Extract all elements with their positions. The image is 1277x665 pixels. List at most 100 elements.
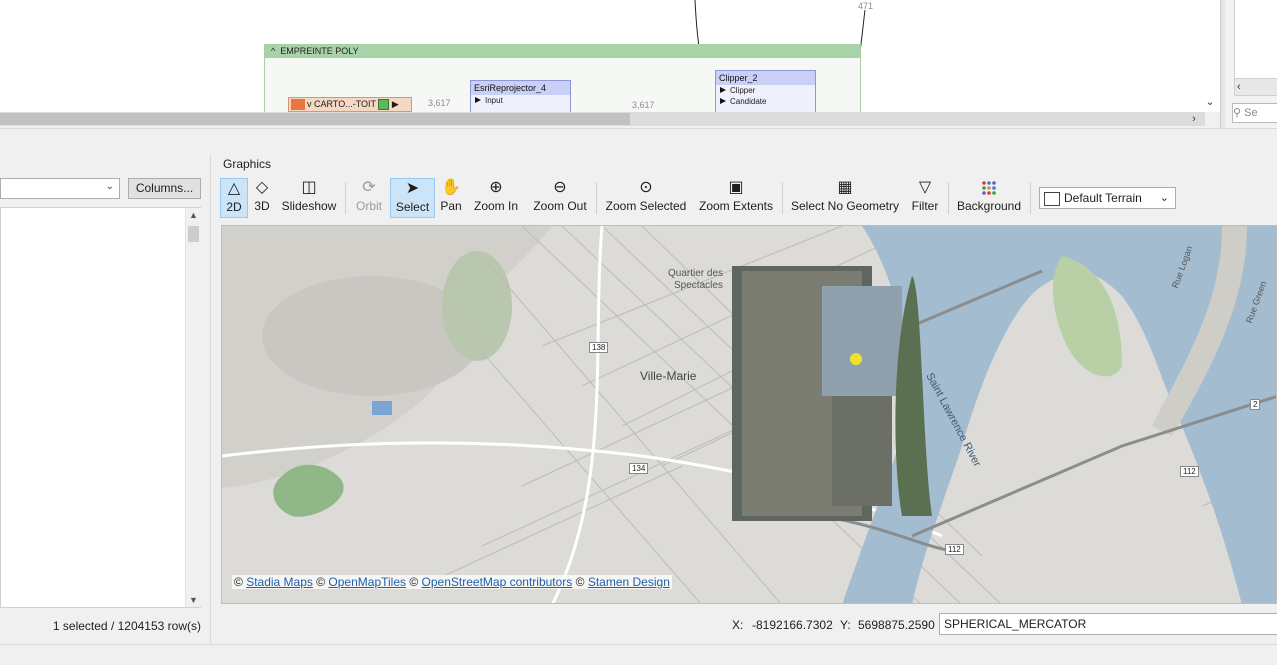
reader-icon bbox=[291, 99, 305, 110]
feature-cache-icon[interactable] bbox=[378, 99, 390, 111]
chevron-down-icon: ⌄ bbox=[1159, 192, 1169, 204]
scroll-down-arrow-icon[interactable]: ⌄ bbox=[1204, 96, 1216, 108]
zoom-selected-button[interactable]: ⊙ Zoom Selected bbox=[605, 178, 687, 218]
pan-button[interactable]: ✋ Pan bbox=[439, 178, 463, 218]
input-port[interactable]: Input bbox=[471, 95, 570, 106]
candidate-port[interactable]: Candidate bbox=[716, 96, 815, 107]
3d-button[interactable]: ◇ 3D bbox=[250, 178, 274, 218]
zoom-out-button[interactable]: ⊖ Zoom Out bbox=[531, 178, 589, 218]
background-button[interactable]: Background bbox=[956, 178, 1022, 218]
bottom-strip bbox=[0, 644, 1277, 665]
button-label: Orbit bbox=[355, 199, 382, 213]
terrain-value: Default Terrain bbox=[1064, 191, 1142, 205]
button-label: Background bbox=[956, 199, 1022, 213]
orbit-icon: ⟳ bbox=[362, 179, 376, 196]
horizontal-splitter[interactable] bbox=[0, 128, 1277, 155]
copyright-symbol: © bbox=[316, 575, 326, 589]
workflow-canvas[interactable]: 471 ^ EMPREINTE POLY v CARTO...-TOIT ▶ 3… bbox=[0, 0, 1220, 112]
filter-icon: ▽ bbox=[918, 179, 932, 196]
search-field[interactable]: ⚲ Se bbox=[1232, 103, 1277, 123]
table-selector-dropdown[interactable]: ⌄ bbox=[0, 178, 120, 199]
map-label-ville-marie: Ville-Marie bbox=[640, 369, 697, 383]
reader-label: CARTO...-TOIT bbox=[314, 99, 376, 109]
orbit-button[interactable]: ⟳ Orbit bbox=[352, 178, 386, 218]
button-label: Select No Geometry bbox=[790, 199, 900, 213]
esri-reprojector-node[interactable]: EsriReprojector_4 Input bbox=[470, 80, 571, 112]
button-label: Slideshow bbox=[281, 199, 337, 213]
map-label-quartier: Quartier des bbox=[668, 268, 724, 279]
copyright-symbol: © bbox=[575, 575, 585, 589]
clipper-node[interactable]: Clipper_2 Clipper Candidate bbox=[715, 70, 816, 112]
route-shield: 112 bbox=[945, 544, 964, 555]
button-label: 3D bbox=[254, 199, 270, 213]
map-attribution: © Stadia Maps © OpenMapTiles © OpenStree… bbox=[232, 575, 672, 589]
cursor-icon: ➤ bbox=[405, 180, 420, 197]
slideshow-button[interactable]: ◫ Slideshow bbox=[280, 178, 338, 218]
bookmark-title: EMPREINTE POLY bbox=[280, 46, 359, 56]
openstreetmap-link[interactable]: OpenStreetMap contributors bbox=[422, 575, 573, 589]
select-button[interactable]: ➤ Select bbox=[390, 178, 435, 218]
reader-node[interactable]: v CARTO...-TOIT ▶ bbox=[288, 97, 412, 112]
x-label: X: bbox=[732, 618, 744, 632]
graphics-panel-title: Graphics bbox=[223, 157, 272, 171]
triangle-icon: △ bbox=[227, 180, 241, 197]
button-label: Zoom In bbox=[473, 199, 518, 213]
output-port-icon[interactable]: ▶ bbox=[392, 99, 399, 109]
vertical-splitter[interactable] bbox=[210, 154, 216, 644]
zoom-in-button[interactable]: ⊕ Zoom In bbox=[472, 178, 520, 218]
grid-dots-icon bbox=[956, 178, 1022, 198]
table-icon: ▦ bbox=[837, 179, 853, 196]
stadia-maps-link[interactable]: Stadia Maps bbox=[246, 575, 313, 589]
stamen-design-link[interactable]: Stamen Design bbox=[588, 575, 670, 589]
collapse-chevron-icon[interactable]: ^ bbox=[271, 46, 280, 56]
right-pane: ‹ ⚲ Se bbox=[1226, 0, 1277, 128]
terrain-icon bbox=[1044, 191, 1060, 206]
scroll-right-arrow-icon[interactable]: › bbox=[1188, 112, 1200, 126]
prism-icon: ◇ bbox=[255, 179, 269, 196]
map-label-spectacles: Spectacles bbox=[674, 280, 723, 291]
scroll-left-arrow-icon[interactable]: ‹ bbox=[1237, 79, 1241, 95]
map-view[interactable]: Quartier des Spectacles Ville-Marie Sain… bbox=[221, 225, 1277, 604]
button-label: 2D bbox=[226, 200, 242, 214]
pane-divider[interactable] bbox=[1220, 0, 1225, 128]
select-no-geometry-button[interactable]: ▦ Select No Geometry bbox=[790, 178, 900, 218]
route-shield: 134 bbox=[629, 463, 649, 474]
openmaptiles-link[interactable]: OpenMapTiles bbox=[328, 575, 406, 589]
filter-button[interactable]: ▽ Filter bbox=[910, 178, 940, 218]
button-label: Zoom Out bbox=[533, 199, 587, 213]
toolbar-separator bbox=[782, 182, 783, 214]
table-vertical-scrollbar[interactable]: ▲ ▼ bbox=[185, 208, 201, 607]
chevron-down-icon[interactable]: v bbox=[307, 99, 312, 109]
feature-count-top: 471 bbox=[858, 1, 874, 11]
feature-table[interactable] bbox=[0, 207, 201, 608]
scroll-up-arrow-icon[interactable]: ▲ bbox=[186, 208, 201, 222]
hand-icon: ✋ bbox=[441, 179, 461, 196]
columns-button[interactable]: Columns... bbox=[128, 178, 201, 199]
zoom-extents-icon: ▣ bbox=[728, 179, 744, 196]
2d-button[interactable]: △ 2D bbox=[220, 178, 248, 218]
reprojector-output-count: 3,617 bbox=[632, 100, 655, 110]
canvas-horizontal-scrollbar[interactable] bbox=[0, 112, 1205, 126]
coordinate-system-field[interactable]: SPHERICAL_MERCATOR bbox=[939, 613, 1277, 635]
button-label: Pan bbox=[440, 199, 462, 213]
zoom-extents-button[interactable]: ▣ Zoom Extents bbox=[698, 178, 774, 218]
button-label: Filter bbox=[911, 199, 939, 213]
graphics-status-bar: X: -8192166.7302 Y: 5698875.2590 SPHERIC… bbox=[215, 612, 1277, 638]
copyright-symbol: © bbox=[234, 575, 243, 589]
terrain-dropdown[interactable]: Default Terrain ⌄ bbox=[1039, 187, 1176, 209]
right-pane-hscroll[interactable]: ‹ bbox=[1234, 78, 1277, 96]
chevron-down-icon: ⌄ bbox=[105, 181, 114, 192]
zoom-out-icon: ⊖ bbox=[553, 179, 567, 196]
scrollbar-thumb[interactable] bbox=[0, 113, 630, 125]
reader-output-count: 3,617 bbox=[428, 98, 451, 108]
button-label: Select bbox=[395, 200, 430, 214]
right-pane-list[interactable] bbox=[1234, 0, 1277, 79]
zoom-in-icon: ⊕ bbox=[489, 179, 503, 196]
scrollbar-thumb[interactable] bbox=[188, 226, 199, 242]
search-placeholder: Se bbox=[1244, 107, 1258, 119]
graphics-toolbar: △ 2D ◇ 3D ◫ Slideshow ⟳ Orbit ➤ Select ✋… bbox=[218, 172, 1277, 224]
clipper-port[interactable]: Clipper bbox=[716, 85, 815, 96]
y-coordinate: 5698875.2590 bbox=[858, 618, 935, 632]
toolbar-separator bbox=[948, 182, 949, 214]
scroll-down-arrow-icon[interactable]: ▼ bbox=[186, 593, 201, 607]
